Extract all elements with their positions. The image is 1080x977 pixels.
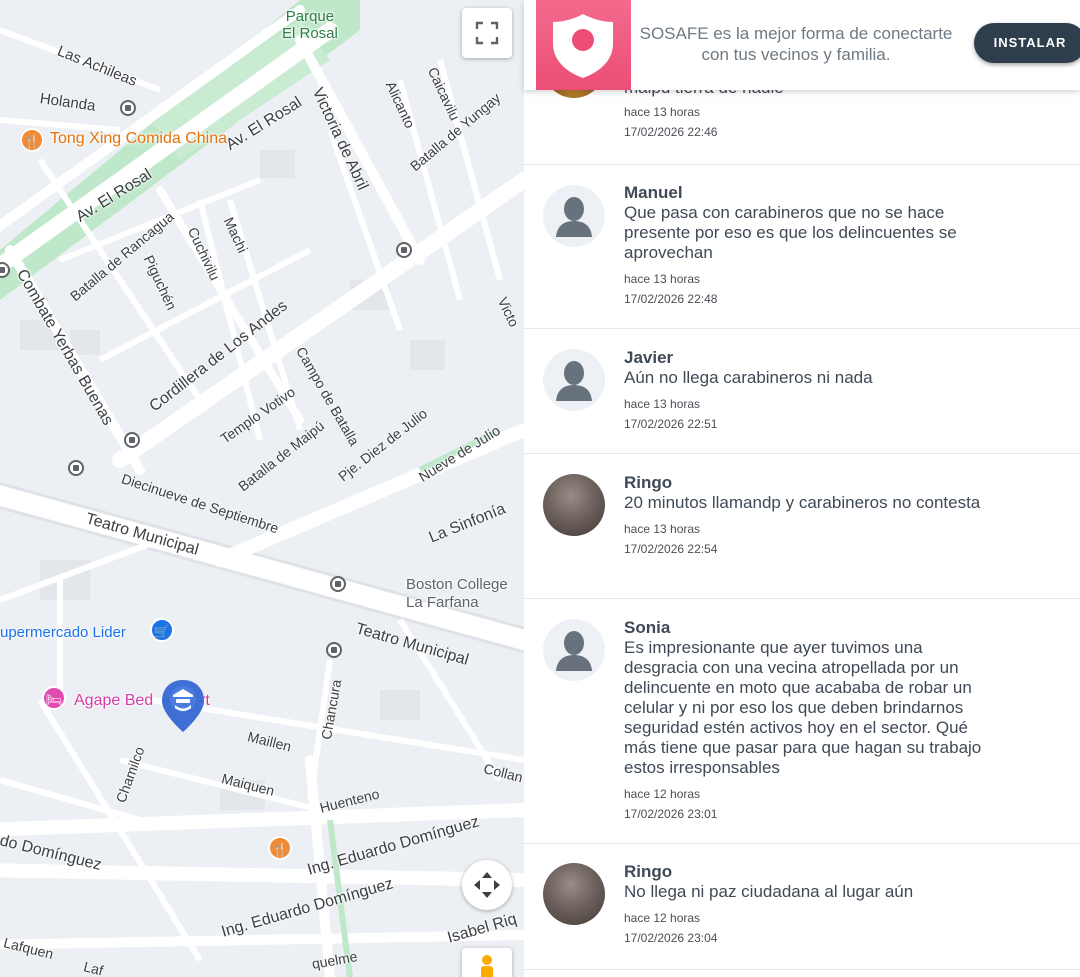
comment-item: Javier Aún no llega carabineros ni nada … [524,329,1080,454]
move-arrows-icon [474,872,500,898]
comment-text: Que pasa con carabineros que no se hace … [624,203,957,262]
comment-date: 17/02/2026 22:46 [624,125,718,139]
comment-date: 17/02/2026 22:51 [624,417,718,431]
sosafe-logo [536,0,631,90]
comment-author: Sonia [624,618,671,637]
pegman-icon [481,955,493,977]
avatar [543,863,605,925]
fullscreen-icon [475,21,499,45]
poi-label[interactable]: Tong Xing Comida China [50,130,227,148]
comment-author: Ringo [624,473,673,492]
comment-author: Javier [624,348,674,367]
shopping-cart-icon[interactable]: 🛒 [150,618,174,642]
comment-relative-time: hace 13 horas [624,397,701,411]
user-silhouette-icon [556,361,592,401]
map-view[interactable]: Parque El Rosal Las Achileas Holanda Av. … [0,0,524,977]
comment-relative-time: hace 12 horas [624,787,701,801]
app-install-banner: SOSAFE es la mejor forma de conectarte c… [524,0,1080,90]
comment-date: 17/02/2026 23:04 [624,931,718,945]
comment-date: 17/02/2026 23:01 [624,807,718,821]
bus-stop-icon[interactable] [120,100,136,116]
fullscreen-button[interactable] [462,8,512,58]
comment-item: Ringo No llega ni paz ciudadana al lugar… [524,844,1080,970]
bus-stop-icon[interactable] [124,432,140,448]
bus-stop-icon[interactable] [330,576,346,592]
poi-label[interactable]: upermercado Lider [0,624,126,641]
user-silhouette-icon [556,631,592,671]
comment-author: Ringo [624,862,673,881]
shield-icon [536,0,631,90]
bus-stop-icon[interactable] [396,242,412,258]
avatar [543,474,605,536]
avatar [543,185,605,247]
comments-panel[interactable]: maipu tierra de nadie hace 13 horas 17/0… [524,0,1080,977]
comment-text: Aún no llega carabineros ni nada [624,368,873,387]
comment-relative-time: hace 13 horas [624,522,701,536]
user-silhouette-icon [556,197,592,237]
incident-marker-icon[interactable] [160,678,206,734]
park-label: Parque El Rosal [282,8,338,42]
avatar [543,619,605,681]
comment-item: Manuel Que pasa con carabineros que no s… [524,165,1080,329]
recenter-button[interactable] [462,860,512,910]
comment-text: 20 minutos llamandp y carabineros no con… [624,493,981,512]
comment-text: No llega ni paz ciudadana al lugar aún [624,882,914,901]
banner-text: SOSAFE es la mejor forma de conectarte c… [639,24,953,64]
poi-label[interactable]: Agape Bed [74,692,153,710]
comment-item: Ringo 20 minutos llamandp y carabineros … [524,454,1080,599]
comment-author: Manuel [624,183,683,202]
comment-relative-time: hace 12 horas [624,911,701,925]
install-button[interactable]: INSTALAR [974,23,1080,63]
bus-stop-icon[interactable] [68,460,84,476]
comment-date: 17/02/2026 22:48 [624,292,718,306]
comment-relative-time: hace 13 horas [624,272,701,286]
street-view-button[interactable] [462,948,512,977]
restaurant-icon[interactable]: 🍴 [20,128,44,152]
comment-text: Es impresionante que ayer tuvimos una de… [624,638,982,777]
comment-date: 17/02/2026 22:54 [624,542,718,556]
comment-item: Sonia Es impresionante que ayer tuvimos … [524,599,1080,844]
restaurant-icon[interactable]: 🍴 [268,836,292,860]
bus-stop-icon[interactable] [326,642,342,658]
comment-relative-time: hace 13 horas [624,105,701,119]
avatar [543,349,605,411]
poi-label[interactable]: Boston College La Farfana [406,576,508,612]
hotel-icon[interactable]: 🛏 [42,686,66,710]
